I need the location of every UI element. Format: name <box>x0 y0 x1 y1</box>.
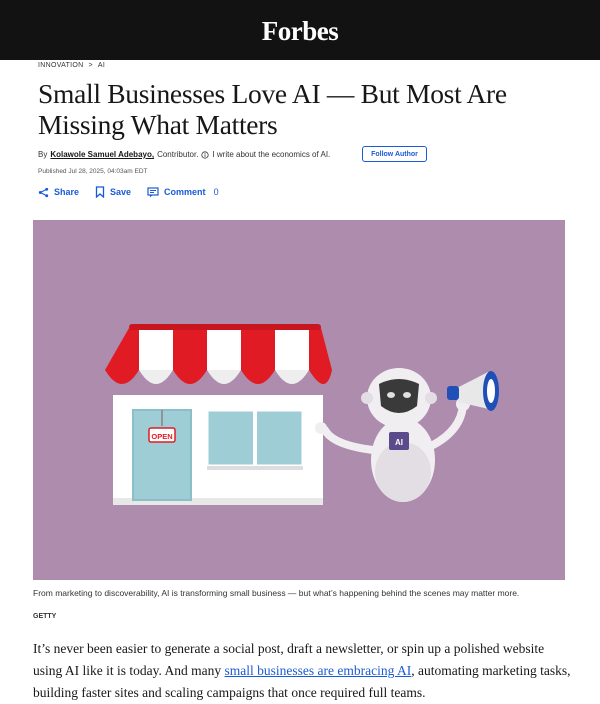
awning-stripes <box>105 324 332 370</box>
bookmark-icon <box>95 186 105 198</box>
article-title: Small Businesses Love AI — But Most Are … <box>38 78 507 140</box>
robot-ai-badge: AI <box>395 438 403 447</box>
site-header: Forbes <box>0 0 600 60</box>
article-paragraph: It’s never been easier to generate a soc… <box>33 638 573 704</box>
open-sign-text: OPEN <box>151 432 172 441</box>
article-actions: Share Save Comment 0 <box>38 186 219 198</box>
share-icon <box>38 187 49 197</box>
info-icon <box>201 150 210 159</box>
comment-count: 0 <box>213 187 219 197</box>
breadcrumb-item-innovation[interactable]: INNOVATION <box>38 62 84 69</box>
hero-illustration: OPEN AI <box>105 324 499 505</box>
author-bio: I write about the economics of AI. <box>212 150 331 159</box>
forbes-logo[interactable]: Forbes <box>262 16 339 47</box>
hero-image: OPEN AI <box>33 220 565 580</box>
breadcrumb-item-ai[interactable]: AI <box>98 62 105 69</box>
breadcrumb-separator: > <box>88 62 93 69</box>
share-button[interactable]: Share <box>38 187 79 198</box>
breadcrumb: INNOVATION > AI <box>38 62 105 69</box>
image-caption: From marketing to discoverability, AI is… <box>33 588 520 598</box>
robot-illustration: AI <box>315 368 499 502</box>
author-link[interactable]: Kolawole Samuel Adebayo, <box>50 150 154 159</box>
byline: By Kolawole Samuel Adebayo, Contributor.… <box>38 150 330 159</box>
save-label: Save <box>110 187 132 197</box>
published-date: Published Jul 28, 2025, 04:03am EDT <box>38 168 148 175</box>
awning-scallops <box>105 370 332 384</box>
comment-icon <box>147 186 159 197</box>
storefront-illustration: OPEN <box>105 324 332 505</box>
comment-label: Comment <box>164 187 206 197</box>
author-role: Contributor. <box>157 150 199 159</box>
share-label: Share <box>54 187 80 197</box>
save-button[interactable]: Save <box>95 186 131 198</box>
inline-link-small-businesses[interactable]: small businesses are embracing AI <box>225 663 412 678</box>
comment-button[interactable]: Comment 0 <box>147 186 219 198</box>
follow-author-button[interactable]: Follow Author <box>362 146 427 162</box>
byline-prefix: By <box>38 150 48 159</box>
image-credit: GETTY <box>33 613 57 620</box>
megaphone-icon <box>447 371 499 411</box>
